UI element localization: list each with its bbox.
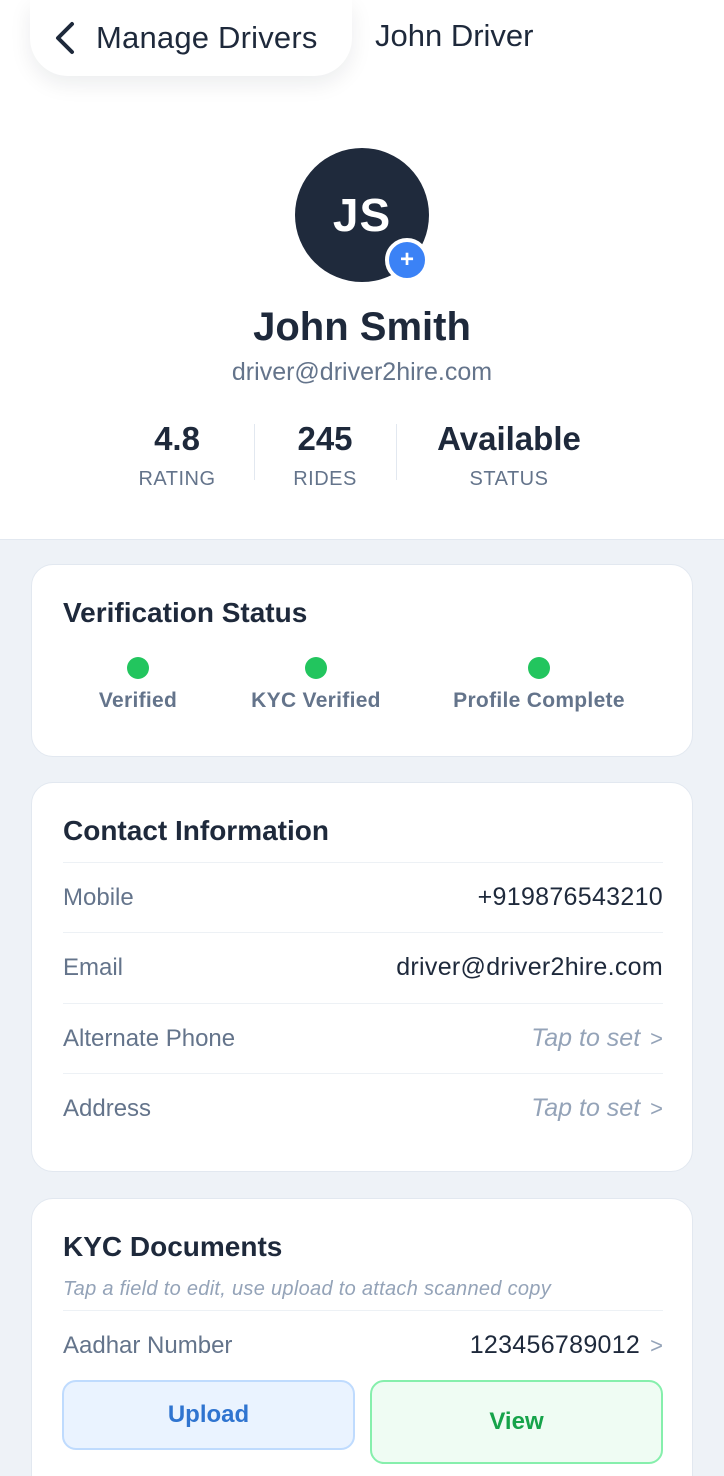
kyc-hint: Tap a field to edit, use upload to attac… (63, 1278, 552, 1300)
row-value: Tap to set (531, 1024, 641, 1052)
status-dot (127, 657, 149, 679)
stat-divider (254, 424, 255, 480)
verification-label: KYC Verified (251, 689, 381, 712)
row-action: Tap to set > (531, 1024, 663, 1053)
contact-title: Contact Information (63, 815, 329, 846)
view-button[interactable]: View (370, 1380, 663, 1464)
row-value: driver@driver2hire.com (396, 953, 663, 981)
avatar-initials: JS (332, 189, 392, 241)
add-photo-button[interactable]: + (385, 238, 429, 282)
contact-row-mobile[interactable]: Mobile +919876543210 (63, 862, 663, 932)
verification-item-profile: Profile Complete (439, 657, 639, 713)
row-label: Alternate Phone (63, 1024, 236, 1052)
stat-rides: 245 RIDES (265, 420, 385, 491)
verification-item-kyc: KYC Verified (216, 657, 416, 713)
verification-title: Verification Status (63, 597, 308, 628)
contact-row-email[interactable]: Email driver@driver2hire.com (63, 932, 663, 1002)
stat-value: 245 (297, 420, 353, 457)
stat-value: Available (437, 420, 581, 457)
verification-label: Verified (98, 689, 178, 712)
kyc-row-aadhar[interactable]: Aadhar Number 123456789012 > (63, 1310, 663, 1380)
verification-card: Verification Status Verified KYC Verifie… (31, 564, 693, 757)
kyc-title: KYC Documents (63, 1231, 283, 1262)
chevron-right-icon: > (650, 1096, 663, 1121)
contact-card: Contact Information Mobile +919876543210… (31, 782, 693, 1172)
contact-row-alternate-phone[interactable]: Alternate Phone Tap to set > (63, 1003, 663, 1073)
status-dot (528, 657, 550, 679)
chevron-right-icon: > (650, 1333, 663, 1358)
driver-name: John Smith (253, 305, 471, 349)
row-action: 123456789012 > (470, 1331, 663, 1360)
chevron-left-icon (56, 22, 74, 54)
page-title: John Driver (375, 18, 534, 53)
stat-divider (396, 424, 397, 480)
driver-email: driver@driver2hire.com (231, 358, 493, 386)
back-label: Manage Drivers (96, 20, 318, 55)
verification-label: Profile Complete (453, 689, 625, 712)
stat-label: RATING (138, 468, 216, 490)
kyc-card: KYC Documents Tap a field to edit, use u… (31, 1198, 693, 1476)
stat-label: RIDES (293, 468, 357, 490)
upload-button[interactable]: Upload (62, 1380, 355, 1450)
row-action: Tap to set > (531, 1094, 663, 1123)
verification-item-verified: Verified (38, 657, 238, 713)
stat-rating: 4.8 RATING (117, 420, 237, 491)
row-value: Tap to set (531, 1094, 641, 1122)
row-label: Address (63, 1094, 152, 1122)
row-label: Email (63, 953, 124, 981)
row-value: 123456789012 (469, 1331, 641, 1359)
row-value: +919876543210 (477, 883, 663, 911)
chevron-right-icon: > (650, 1026, 663, 1051)
profile-header: Manage Drivers John Driver JS + John Smi… (0, 0, 724, 540)
stat-label: STATUS (469, 468, 549, 490)
row-label: Mobile (63, 883, 134, 911)
plus-icon: + (399, 246, 414, 273)
back-button[interactable]: Manage Drivers (30, 0, 352, 76)
stat-status: Available STATUS (419, 420, 599, 491)
status-dot (305, 657, 327, 679)
stat-value: 4.8 (154, 420, 200, 457)
row-label: Aadhar Number (63, 1331, 233, 1359)
contact-row-address[interactable]: Address Tap to set > (63, 1073, 663, 1143)
